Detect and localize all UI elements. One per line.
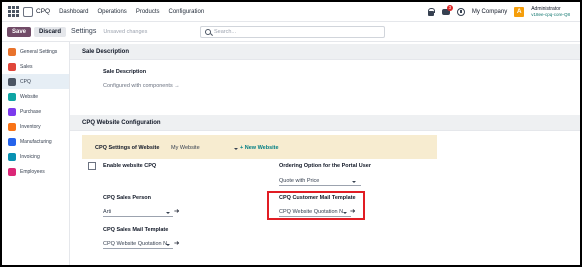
company-switcher[interactable]: My Company	[472, 9, 507, 15]
cpq-logo-icon	[23, 6, 33, 17]
open-record-arrow-icon[interactable]: ➔	[174, 240, 179, 247]
sidebar-item-sales[interactable]: Sales	[2, 59, 69, 74]
purchase-icon	[8, 107, 16, 116]
top-navbar: CPQ Dashboard Operations Products Config…	[2, 2, 580, 22]
sidebar-item-manufacturing[interactable]: Manufacturing	[2, 134, 69, 149]
sales-mail-template-select[interactable]: CPQ Website Quotation N	[103, 241, 167, 247]
ordering-option-label: Ordering Option for the Portal User	[279, 163, 371, 169]
chevron-down-icon[interactable]	[343, 212, 347, 214]
new-website-button[interactable]: + New Website	[240, 145, 279, 151]
sidebar-item-cpq[interactable]: CPQ	[2, 74, 69, 89]
sidebar-item-inventory[interactable]: Inventory	[2, 119, 69, 134]
sidebar-item-purchase[interactable]: Purchase	[2, 104, 69, 119]
chevron-down-icon[interactable]	[166, 244, 170, 246]
settings-content: Sale Description Sale Description Config…	[70, 42, 580, 265]
menu-configuration[interactable]: Configuration	[169, 9, 205, 15]
sidebar-item-invoicing[interactable]: Invoicing	[2, 149, 69, 164]
search-input[interactable]: Search...	[214, 29, 236, 35]
sales-person-select[interactable]: Arti	[103, 209, 111, 215]
menu-operations[interactable]: Operations	[97, 9, 126, 15]
sidebar-item-label: Purchase	[20, 108, 42, 115]
open-record-arrow-icon[interactable]: ➔	[350, 208, 355, 215]
sidebar-item-label: General Settings	[20, 48, 58, 55]
sidebar-item-label: Employees	[20, 168, 45, 175]
avatar[interactable]: A	[514, 6, 525, 17]
lock-icon[interactable]	[427, 7, 436, 16]
settings-search[interactable]: Search...	[200, 26, 385, 38]
app-window: CPQ Dashboard Operations Products Config…	[2, 2, 580, 265]
user-menu[interactable]: Administrator v18ee-cpq-core-Q8	[531, 6, 570, 18]
discard-button[interactable]: Discard	[34, 26, 67, 37]
customer-mail-template-underline	[279, 216, 351, 217]
cpq-settings-of-website-label: CPQ Settings of Website	[95, 145, 160, 151]
sidebar-item-employees[interactable]: Employees	[2, 164, 69, 179]
website-select[interactable]: My Website	[171, 145, 200, 151]
sale-description-label: Sale Description	[103, 69, 147, 75]
sidebar-item-label: Invoicing	[20, 153, 40, 160]
sidebar-item-label: CPQ	[20, 78, 31, 85]
invoicing-icon	[8, 152, 16, 161]
app-brand[interactable]: CPQ	[23, 6, 51, 17]
gear-icon	[8, 47, 16, 56]
control-panel: Save Discard Settings Unsaved changes Se…	[2, 22, 580, 42]
sales-icon	[8, 62, 16, 71]
sales-person-underline	[103, 216, 173, 217]
breadcrumb: Settings	[71, 28, 97, 35]
open-record-arrow-icon[interactable]: ➔	[174, 208, 179, 215]
cpq-sales-mail-template-label: CPQ Sales Mail Template	[103, 227, 169, 233]
sidebar-item-label: Manufacturing	[20, 138, 52, 145]
chevron-down-icon[interactable]	[234, 148, 238, 150]
sidebar-item-label: Inventory	[20, 123, 41, 130]
activity-clock-icon[interactable]	[456, 7, 465, 16]
cpq-icon	[8, 77, 16, 86]
settings-sidebar: General Settings Sales CPQ Website Purchase I…	[2, 42, 70, 265]
ordering-option-select[interactable]: Quote with Price	[279, 178, 319, 184]
database-name: v18ee-cpq-core-Q8	[531, 11, 570, 17]
enable-website-cpq-label: Enable website CPQ	[103, 163, 157, 169]
sales-mail-template-underline	[103, 248, 173, 249]
cpq-website-header: CPQ Website Configuration	[70, 115, 580, 131]
ordering-option-underline	[279, 185, 361, 186]
enable-website-cpq-checkbox[interactable]	[88, 162, 96, 170]
app-name: CPQ	[36, 8, 51, 15]
sale-description-header: Sale Description	[70, 44, 580, 60]
sidebar-item-label: Sales	[20, 63, 33, 70]
chevron-down-icon[interactable]	[166, 212, 170, 214]
menu-dashboard[interactable]: Dashboard	[59, 9, 88, 15]
website-icon	[8, 92, 16, 101]
sidebar-item-label: Website	[20, 93, 38, 100]
customer-mail-template-select[interactable]: CPQ Website Quotation N	[279, 209, 343, 215]
search-icon	[205, 29, 211, 35]
sidebar-item-general-settings[interactable]: General Settings	[2, 44, 69, 59]
cpq-sales-person-label: CPQ Sales Person	[103, 195, 151, 201]
chat-icon[interactable]: 3	[441, 4, 453, 16]
configured-with-components-link[interactable]: Configured with components →	[103, 83, 180, 89]
save-button[interactable]: Save	[7, 26, 32, 37]
sidebar-item-website[interactable]: Website	[2, 89, 69, 104]
employees-icon	[8, 167, 16, 176]
menu-products[interactable]: Products	[136, 9, 160, 15]
inventory-icon	[8, 122, 16, 131]
unsaved-status: Unsaved changes	[103, 28, 148, 35]
cpq-customer-mail-template-label: CPQ Customer Mail Template	[279, 195, 356, 201]
apps-grid-icon[interactable]	[6, 5, 20, 19]
manufacturing-icon	[8, 137, 16, 146]
message-count-badge: 3	[446, 4, 453, 11]
chevron-down-icon[interactable]	[352, 181, 356, 183]
